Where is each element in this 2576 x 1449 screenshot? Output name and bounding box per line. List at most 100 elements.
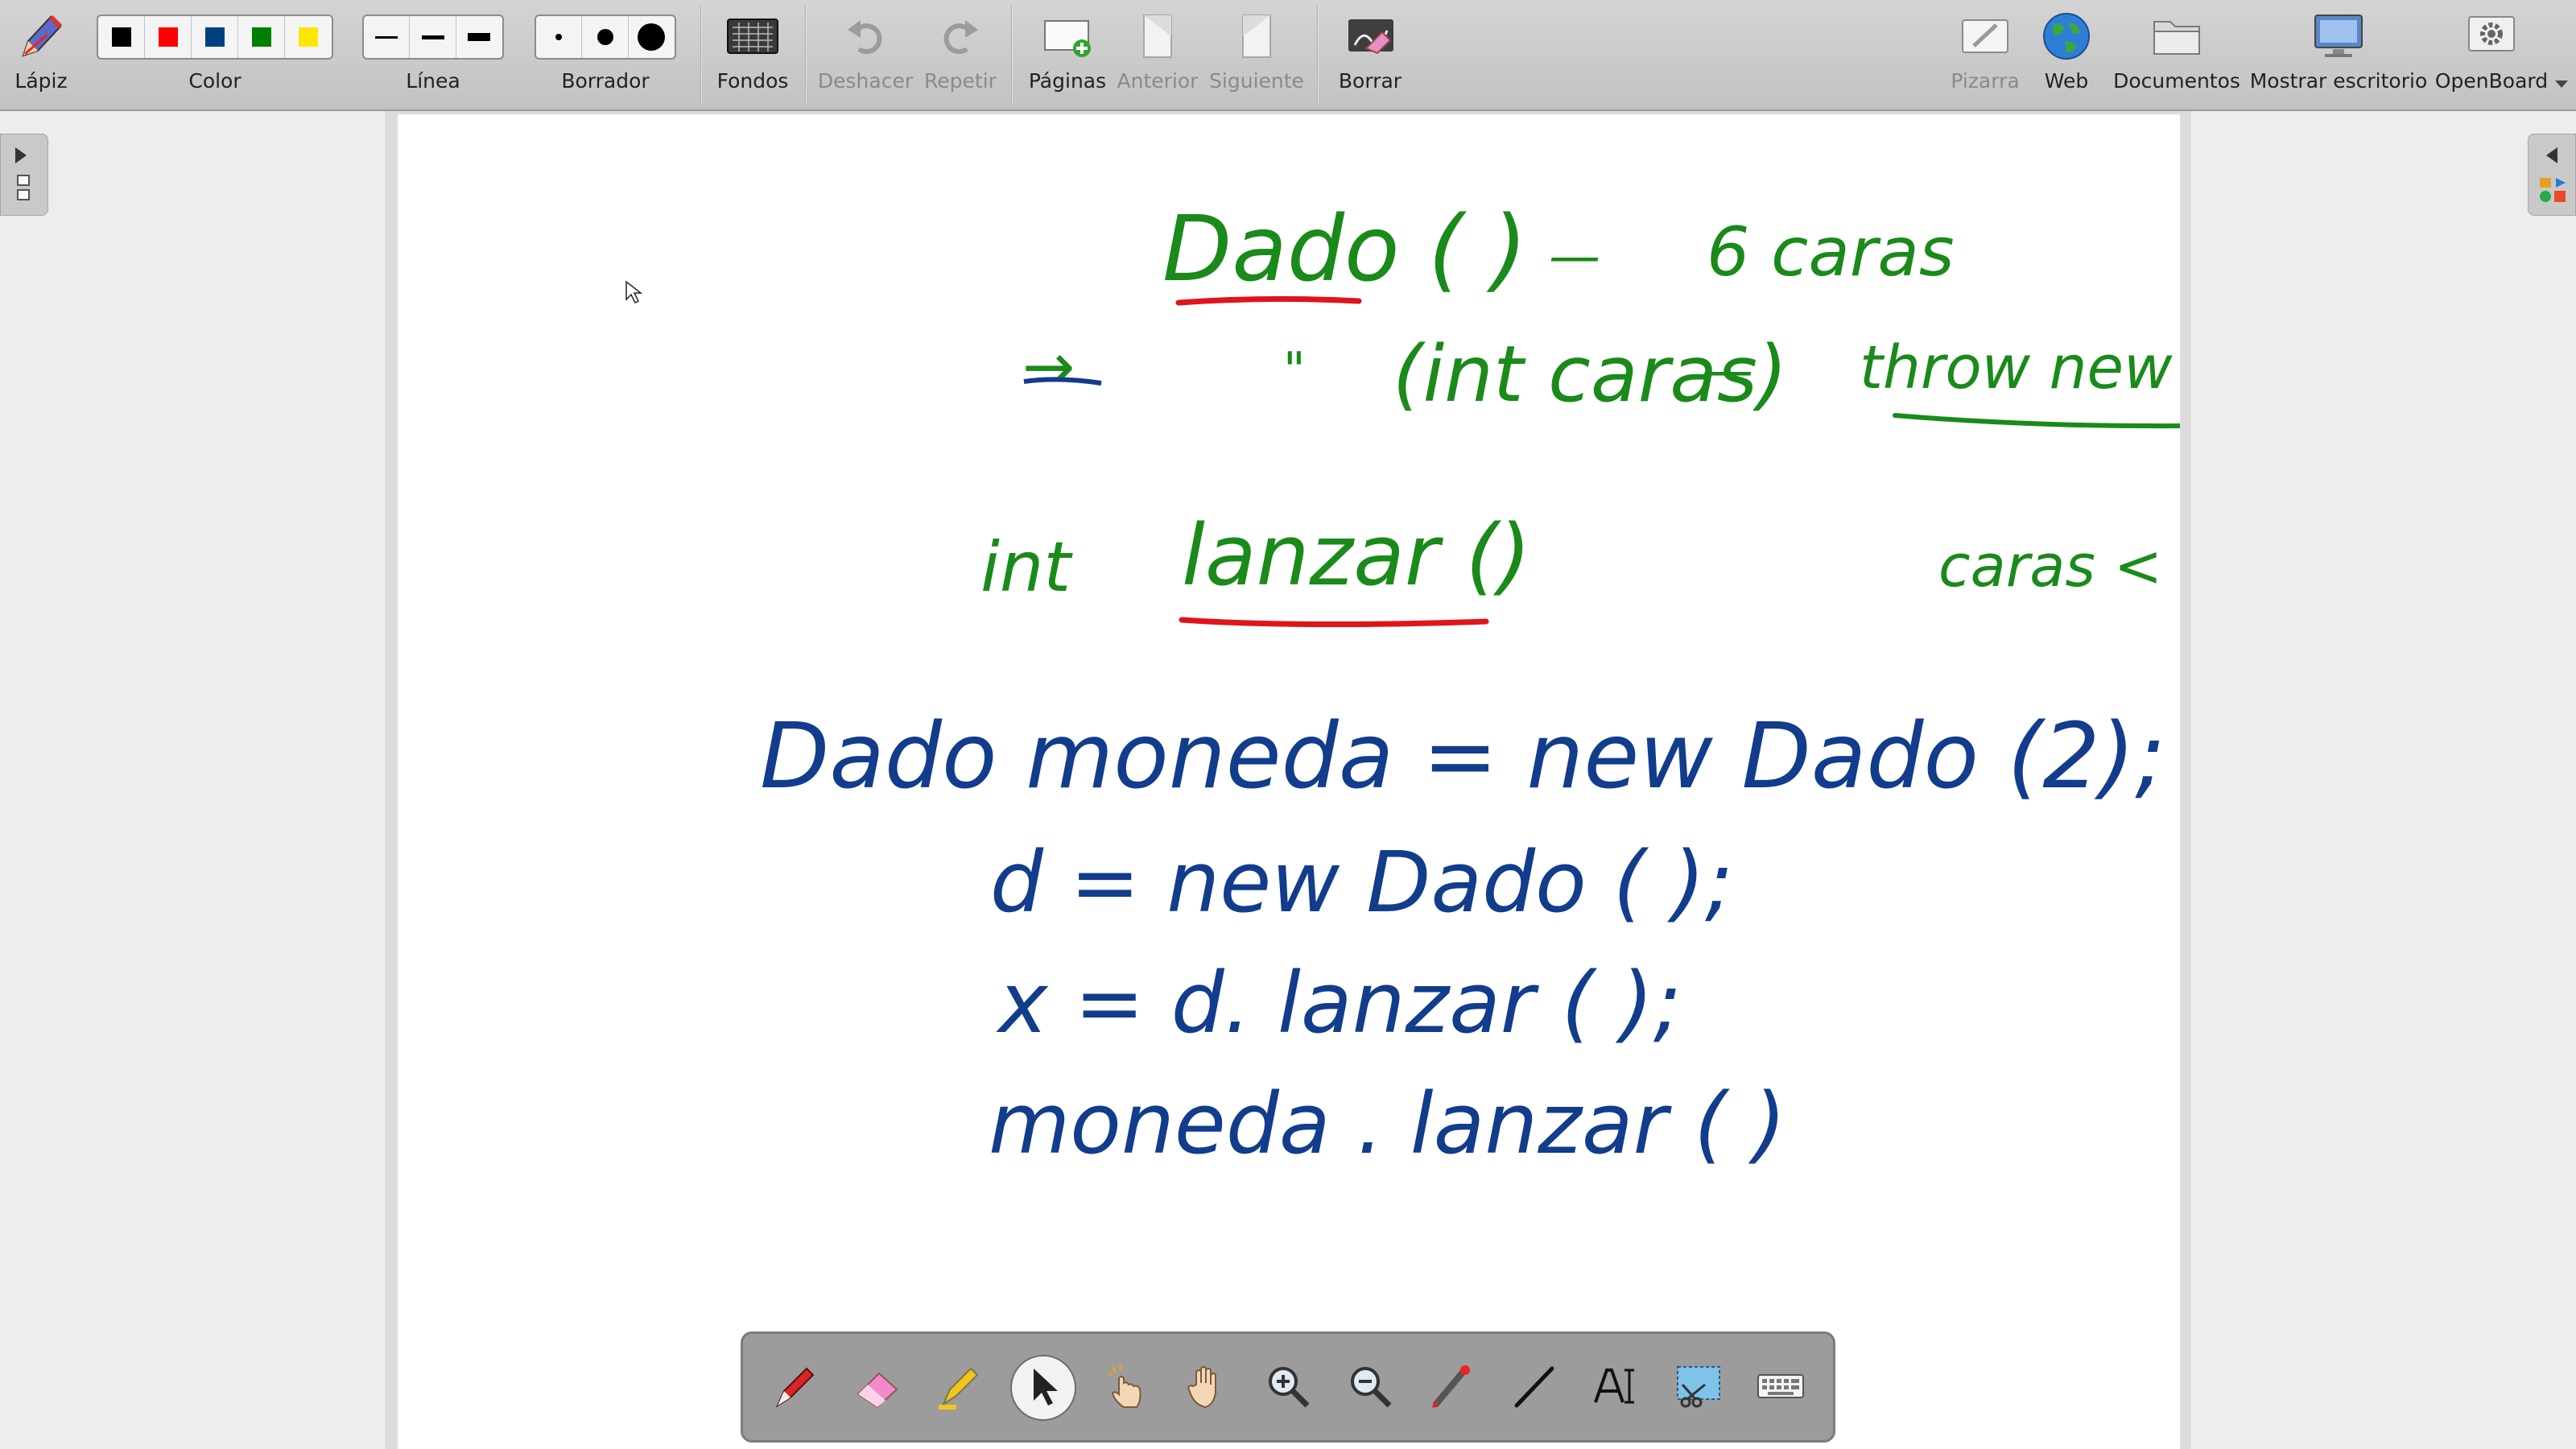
zoom-out-icon <box>1351 1367 1392 1408</box>
folder-icon <box>2148 10 2206 63</box>
eraser-medium-option[interactable] <box>582 16 629 58</box>
six-faces-note: 6 caras <box>1707 213 1955 291</box>
documents-button[interactable]: Documentos <box>2112 0 2241 109</box>
backgrounds-button[interactable]: Fondos <box>708 0 797 109</box>
board-mode-button[interactable]: Pizarra <box>1943 0 2027 109</box>
openboard-label: OpenBoard <box>2434 69 2549 93</box>
backgrounds-icon <box>724 10 782 63</box>
color-green-swatch[interactable] <box>238 16 285 58</box>
board-label: Pizarra <box>1951 69 2020 93</box>
zoom-in-tool-button[interactable] <box>1250 1348 1326 1424</box>
hand-tool-button[interactable] <box>1168 1348 1244 1424</box>
zoom-out-tool-button[interactable] <box>1332 1348 1408 1424</box>
screen-capture-icon <box>1677 1366 1720 1408</box>
eraser-small-option[interactable] <box>536 16 583 58</box>
add-page-icon <box>1038 10 1096 63</box>
line-thin-option[interactable] <box>364 16 411 58</box>
line-medium-option[interactable] <box>410 16 456 58</box>
left-panel-toggle[interactable] <box>0 134 48 216</box>
dado-underline <box>1175 295 1362 306</box>
capture-tool-button[interactable] <box>1661 1348 1736 1424</box>
library-icon <box>2538 175 2567 204</box>
line-label: Línea <box>406 69 460 93</box>
eraser-tool-button[interactable] <box>840 1348 915 1424</box>
text-tool-button[interactable] <box>1579 1348 1654 1424</box>
chevron-right-icon <box>15 147 27 163</box>
next-page-button[interactable]: Siguiente <box>1204 0 1309 109</box>
pointing-hand-icon <box>1107 1365 1141 1408</box>
ditto-mark: " <box>1283 342 1306 398</box>
pages-button[interactable]: Páginas <box>1021 0 1114 109</box>
ink-layer: Dado ( ) — 6 caras → " (int caras) — thr… <box>625 197 2180 1173</box>
show-desktop-label: Mostrar escritorio <box>2249 69 2428 93</box>
int-return-type: int <box>980 527 1073 608</box>
color-blue-swatch[interactable] <box>192 16 238 58</box>
pencil-label: Lápiz <box>14 69 68 93</box>
redo-icon <box>931 10 989 63</box>
throw-statement: throw new RuntimeException(); <box>1860 333 2180 402</box>
dash-1: — <box>1549 227 1600 287</box>
code-line-2: d = new Dado ( ); <box>990 833 1733 931</box>
toolbar-separator <box>700 5 702 106</box>
color-picker <box>97 14 333 60</box>
next-label: Siguiente <box>1209 69 1304 93</box>
eraser-size-picker <box>535 14 676 60</box>
hand-icon <box>1187 1366 1216 1409</box>
previous-label: Anterior <box>1117 69 1199 93</box>
laser-pointer-tool-button[interactable] <box>1414 1348 1490 1424</box>
clear-button[interactable]: Borrar <box>1328 0 1412 109</box>
play-tool-button[interactable] <box>1086 1348 1162 1424</box>
arrow-mark: → <box>1022 331 1075 403</box>
pages-label: Páginas <box>1028 69 1107 93</box>
next-page-icon <box>1228 10 1286 63</box>
web-button[interactable]: Web <box>2029 0 2104 109</box>
color-yellow-swatch[interactable] <box>285 16 332 58</box>
globe-icon <box>2037 10 2095 63</box>
whiteboard-canvas[interactable]: Dado ( ) — 6 caras → " (int caras) — thr… <box>398 114 2180 1449</box>
undo-button[interactable]: Deshacer <box>815 0 916 109</box>
highlighter-icon <box>939 1367 979 1410</box>
selector-tool-button[interactable] <box>1004 1348 1080 1424</box>
eraser-icon <box>857 1372 898 1409</box>
documents-label: Documentos <box>2113 69 2240 93</box>
monitor-icon <box>2310 10 2368 63</box>
dash-2: — <box>1702 341 1753 401</box>
toolbar-separator <box>805 5 807 106</box>
backgrounds-label: Fondos <box>716 69 789 93</box>
method-lanzar: lanzar () <box>1182 506 1531 605</box>
color-red-swatch[interactable] <box>145 16 192 58</box>
settings-gear-icon <box>2462 10 2520 63</box>
page-thumbnail-icon <box>17 189 30 200</box>
web-label: Web <box>2044 69 2089 93</box>
redo-label: Repetir <box>924 69 997 93</box>
highlighter-tool-button[interactable] <box>922 1348 997 1424</box>
code-line-4: moneda . lanzar ( ) <box>989 1075 1786 1173</box>
keyboard-icon <box>1757 1374 1804 1398</box>
lanzar-underline <box>1179 617 1489 628</box>
board-icon <box>1956 10 2014 63</box>
mouse-cursor-icon <box>625 280 643 304</box>
pen-tool-button[interactable] <box>758 1348 833 1424</box>
previous-page-icon <box>1129 10 1187 63</box>
redo-button[interactable]: Repetir <box>918 0 1003 109</box>
line-icon <box>1514 1366 1554 1408</box>
pencil-button[interactable]: Lápiz <box>5 0 77 109</box>
keyboard-tool-button[interactable] <box>1743 1348 1818 1424</box>
color-black-swatch[interactable] <box>98 16 145 58</box>
eraser-label: Borrador <box>561 69 650 93</box>
previous-page-button[interactable]: Anterior <box>1114 0 1201 109</box>
constructor-default: Dado ( ) <box>1162 197 1527 302</box>
undo-label: Deshacer <box>817 69 914 93</box>
line-width-picker <box>362 14 504 60</box>
right-panel-toggle[interactable] <box>2528 134 2576 216</box>
eraser-large-option[interactable] <box>629 16 675 58</box>
condition-note: caras < 2 <box>1938 532 2180 600</box>
show-desktop-button[interactable]: Mostrar escritorio <box>2248 0 2429 109</box>
line-thick-option[interactable] <box>456 16 502 58</box>
main-toolbar: Lápiz Color Línea Borrador Fondos Deshac… <box>0 0 2576 111</box>
laser-pointer-icon <box>1431 1365 1470 1409</box>
zoom-in-icon <box>1269 1367 1310 1408</box>
chevron-down-icon[interactable] <box>2555 80 2568 88</box>
openboard-menu-button[interactable]: OpenBoard <box>2431 0 2552 109</box>
line-tool-button[interactable] <box>1496 1348 1572 1424</box>
